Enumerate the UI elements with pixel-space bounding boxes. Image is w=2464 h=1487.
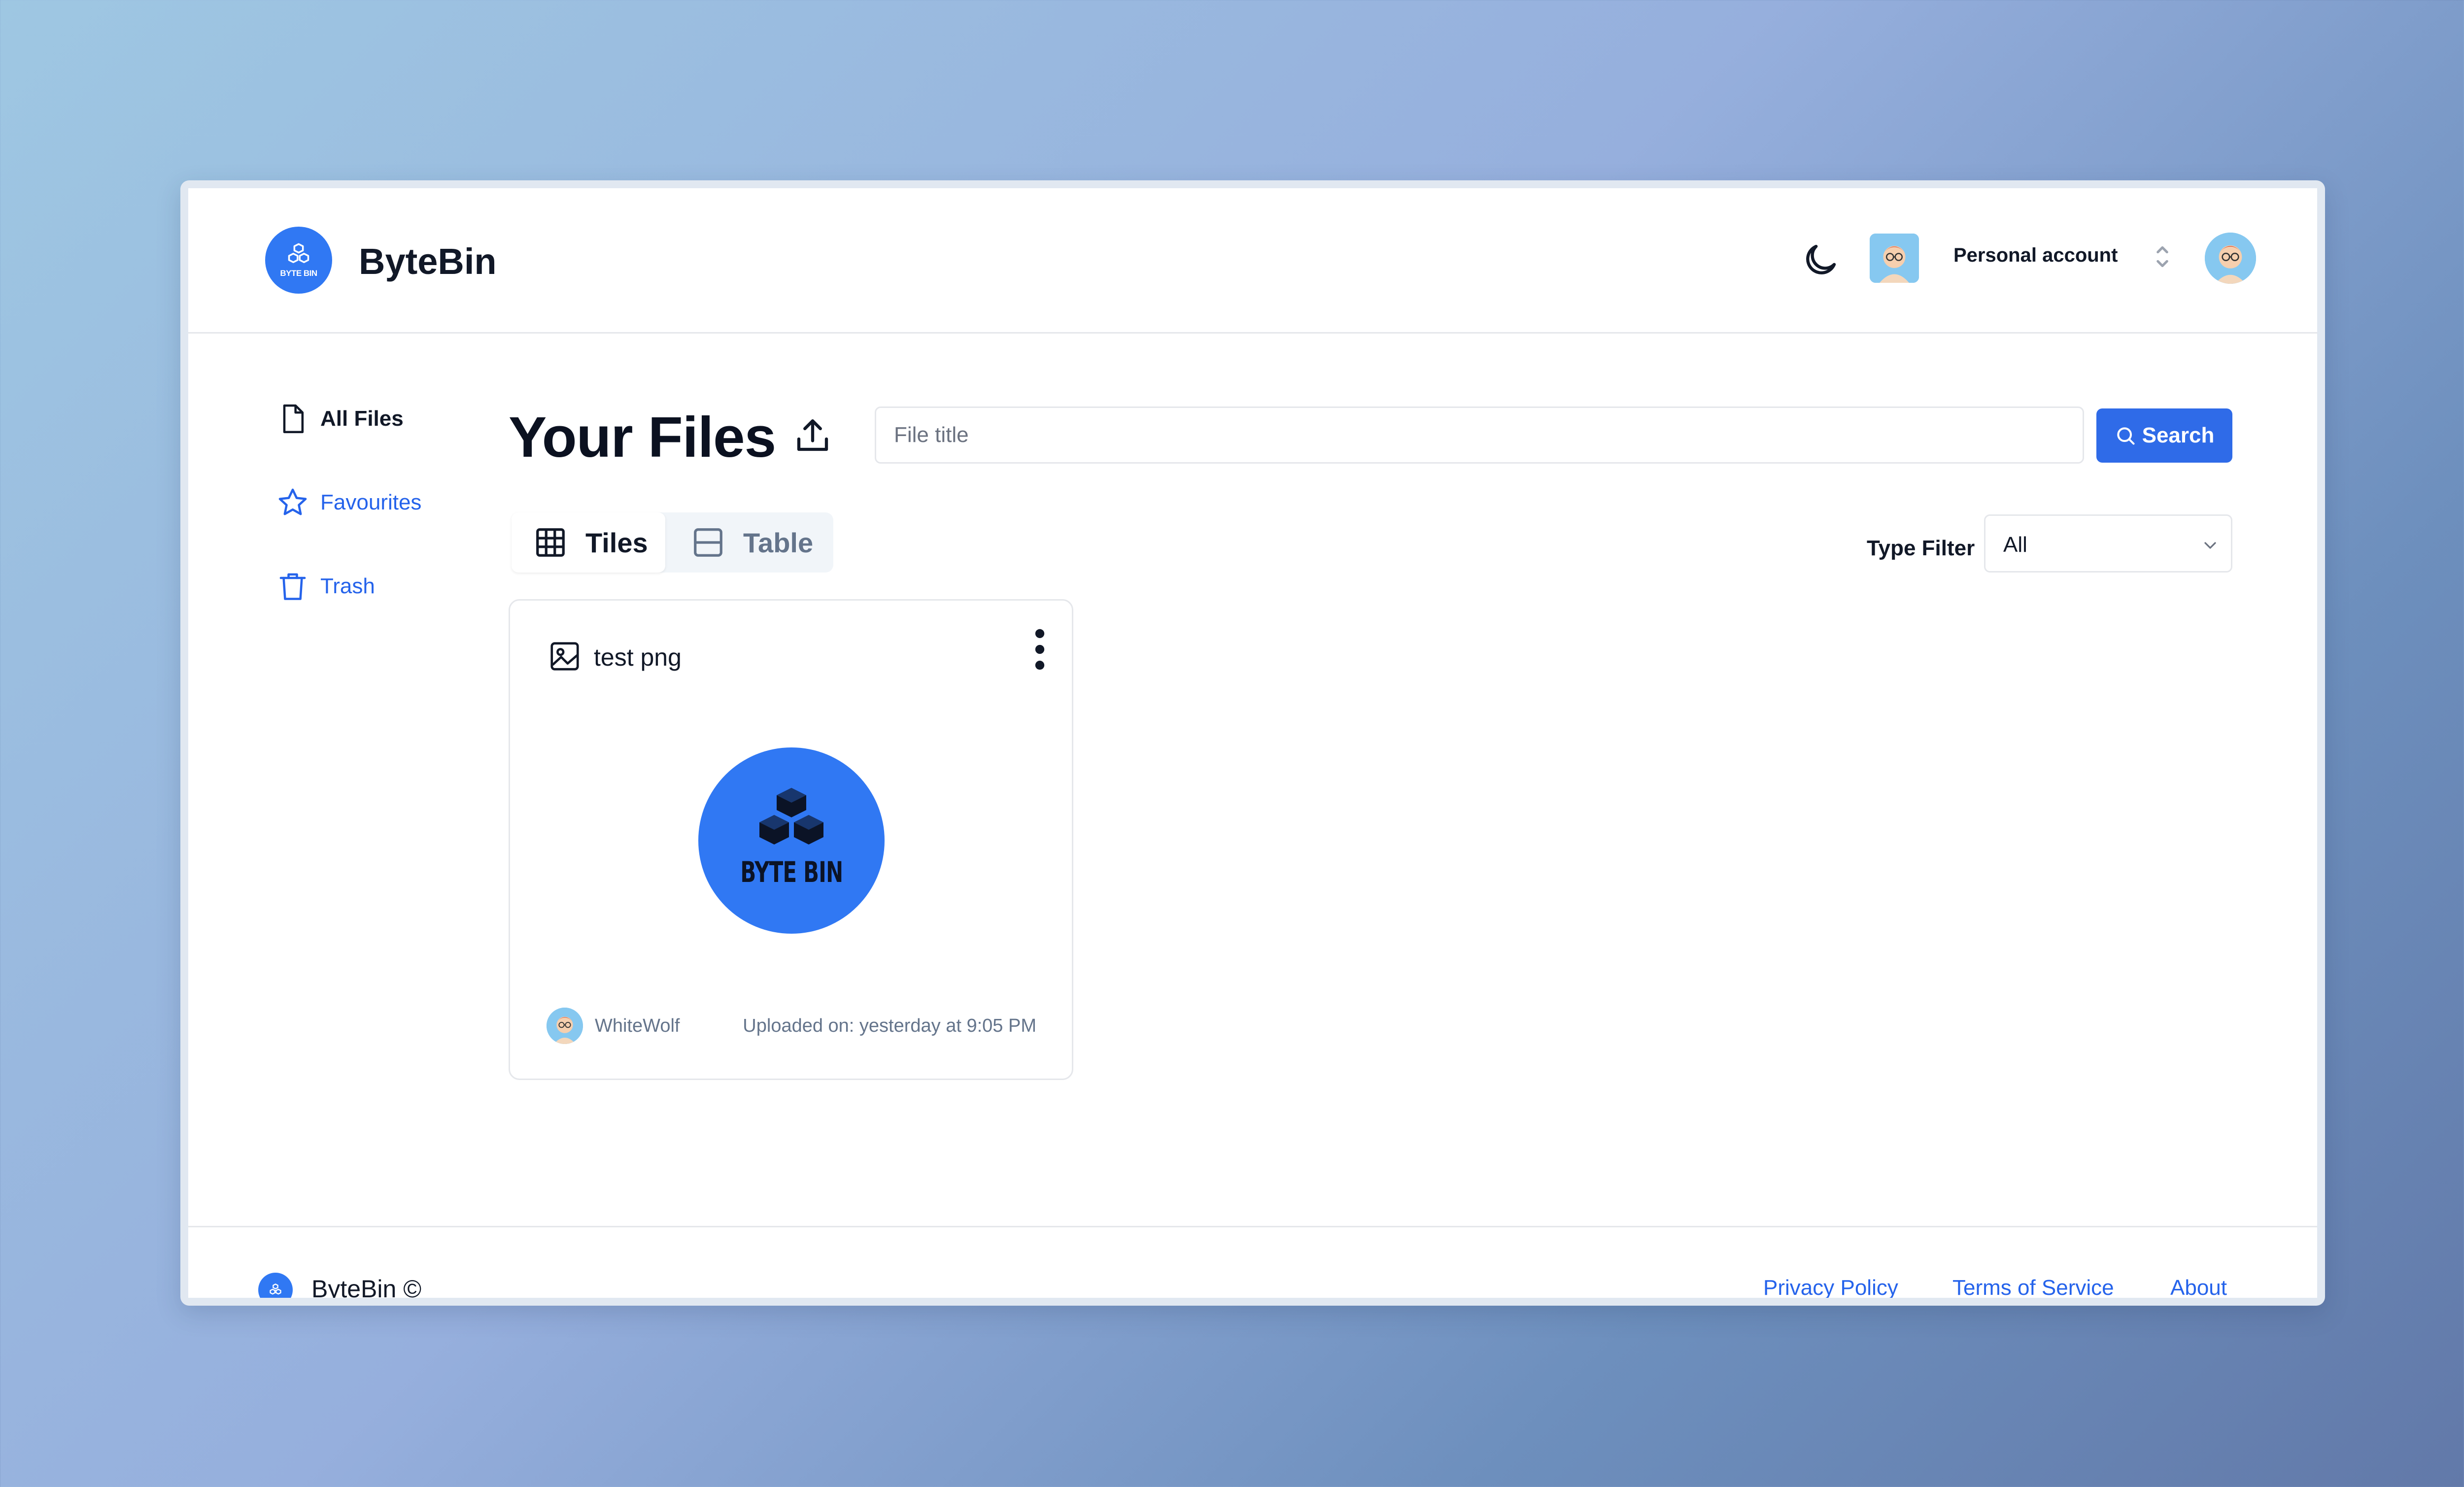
terms-of-service-link[interactable]: Terms of Service	[1952, 1276, 2114, 1298]
file-card[interactable]: test png BYTE BIN WhiteWolf Uploaded on:…	[509, 599, 1073, 1080]
tab-label: Tiles	[585, 527, 648, 558]
sidebar-item-label: Trash	[320, 574, 375, 598]
owner-name: WhiteWolf	[595, 1015, 680, 1036]
file-icon	[283, 404, 304, 434]
search-button[interactable]: Search	[2096, 408, 2232, 463]
search-input[interactable]	[875, 406, 2084, 464]
brand-logo[interactable]: BYTE BIN	[265, 227, 332, 294]
tab-tiles[interactable]: Tiles	[512, 512, 665, 573]
grid-icon	[536, 528, 565, 557]
star-icon	[278, 488, 307, 515]
chevron-down-icon	[2204, 542, 2216, 549]
avatar-face-icon	[547, 1008, 583, 1044]
file-preview-image: BYTE BIN	[698, 747, 885, 934]
file-title: test png	[594, 643, 682, 671]
upload-icon[interactable]	[792, 415, 833, 456]
sidebar-item-all-files[interactable]: All Files	[276, 398, 404, 439]
sidebar-item-trash[interactable]: Trash	[276, 566, 375, 607]
cubes-icon	[759, 788, 823, 845]
avatar-face-icon	[1870, 234, 1919, 283]
type-filter-value: All	[2003, 533, 2027, 557]
more-vertical-icon[interactable]	[1023, 622, 1057, 676]
sidebar-item-favourites[interactable]: Favourites	[276, 482, 421, 523]
page-title: Your Files	[509, 405, 776, 469]
tab-table[interactable]: Table	[669, 512, 833, 573]
chevron-up-down-icon	[2156, 246, 2168, 268]
footer-logo	[258, 1273, 293, 1298]
brand-name[interactable]: ByteBin	[359, 240, 497, 282]
moon-icon[interactable]	[1800, 239, 1841, 281]
view-tabs: Tiles Table	[512, 512, 833, 573]
account-switcher[interactable]: Personal account	[1863, 230, 2223, 284]
avatar-face-icon	[2205, 233, 2256, 284]
upload-date: Uploaded on: yesterday at 9:05 PM	[743, 1015, 1036, 1036]
account-label: Personal account	[1953, 244, 2118, 266]
rows-icon	[694, 528, 722, 557]
footer: ByteBin © Privacy Policy Terms of Servic…	[188, 1226, 2317, 1298]
sidebar-item-label: All Files	[320, 406, 404, 431]
sidebar-item-label: Favourites	[320, 490, 422, 514]
tab-label: Table	[743, 527, 814, 558]
logo-text: BYTE BIN	[280, 269, 317, 278]
user-avatar[interactable]	[2205, 233, 2256, 284]
type-filter-label: Type Filter	[1867, 536, 1975, 560]
type-filter-select[interactable]: All	[1984, 514, 2232, 573]
image-icon	[550, 642, 579, 671]
owner-avatar	[547, 1008, 583, 1044]
search-button-label: Search	[2142, 423, 2215, 447]
about-link[interactable]: About	[2170, 1276, 2227, 1298]
browser-window-frame: BYTE BIN ByteBin Personal account All Fi…	[180, 180, 2325, 1306]
trash-icon	[279, 573, 306, 600]
cubes-icon	[270, 1284, 281, 1295]
search-icon	[2117, 427, 2135, 445]
file-preview-text: BYTE BIN	[740, 855, 843, 889]
privacy-policy-link[interactable]: Privacy Policy	[1763, 1276, 1898, 1298]
footer-brand: ByteBin ©	[311, 1275, 422, 1298]
avatar	[1870, 234, 1919, 283]
header: BYTE BIN ByteBin Personal account	[188, 188, 2317, 334]
app-container: BYTE BIN ByteBin Personal account All Fi…	[188, 188, 2317, 1298]
cubes-icon	[288, 243, 309, 263]
